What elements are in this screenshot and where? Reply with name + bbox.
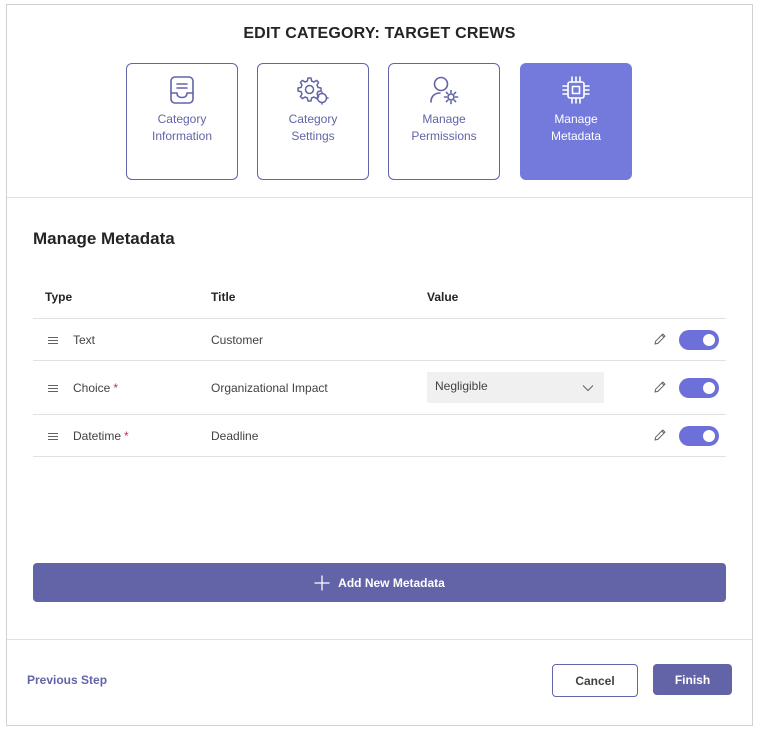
enable-toggle[interactable] xyxy=(679,330,719,350)
edit-category-dialog: EDIT CATEGORY: TARGET CREWS Category Inf… xyxy=(6,4,753,726)
add-button-label: Add New Metadata xyxy=(338,575,445,590)
row-title: Organizational Impact xyxy=(211,381,328,395)
step-label: Category Information xyxy=(151,112,213,143)
cancel-button[interactable]: Cancel xyxy=(552,664,638,697)
previous-step-link[interactable]: Previous Step xyxy=(27,673,107,687)
metadata-table: Type Title Value Text Customer Choice * O… xyxy=(33,279,726,457)
step-manage-metadata[interactable]: Manage Metadata xyxy=(520,63,632,180)
row-title: Deadline xyxy=(211,429,259,443)
column-header-value: Value xyxy=(427,290,459,304)
row-type: Text xyxy=(73,333,96,347)
column-header-type: Type xyxy=(45,290,73,304)
add-new-metadata-button[interactable]: Add New Metadata xyxy=(33,563,726,602)
dropdown-selected-value: Negligible xyxy=(435,379,488,393)
row-type: Choice * xyxy=(73,381,119,395)
drag-handle-icon[interactable] xyxy=(48,337,58,346)
plus-icon xyxy=(314,574,330,591)
enable-toggle[interactable] xyxy=(679,426,719,446)
table-row: Text Customer xyxy=(33,319,726,361)
edit-pencil-icon[interactable] xyxy=(653,380,667,394)
value-dropdown[interactable]: Negligible xyxy=(427,372,604,403)
table-row: Choice * Organizational Impact Negligible xyxy=(33,361,726,415)
toggle-knob xyxy=(703,382,715,394)
row-title: Customer xyxy=(211,333,264,347)
column-header-title: Title xyxy=(211,290,236,304)
step-category-settings[interactable]: Category Settings xyxy=(257,63,369,180)
step-label: Manage Permissions xyxy=(411,112,477,143)
edit-pencil-icon[interactable] xyxy=(653,332,667,346)
dialog-title: EDIT CATEGORY: TARGET CREWS xyxy=(243,25,516,42)
step-manage-permissions[interactable]: Manage Permissions xyxy=(388,63,500,180)
gears-icon xyxy=(258,74,368,108)
person-settings-icon xyxy=(389,74,499,108)
toggle-knob xyxy=(703,430,715,442)
toggle-knob xyxy=(703,334,715,346)
edit-pencil-icon[interactable] xyxy=(653,428,667,442)
chevron-down-icon xyxy=(582,381,594,395)
footer-divider xyxy=(7,639,752,640)
enable-toggle[interactable] xyxy=(679,378,719,398)
drag-handle-icon[interactable] xyxy=(48,385,58,394)
table-header: Type Title Value xyxy=(33,279,726,319)
step-label: Category Settings xyxy=(288,112,338,143)
required-marker: * xyxy=(124,429,129,443)
required-marker: * xyxy=(113,381,119,395)
drag-handle-icon[interactable] xyxy=(48,433,58,442)
table-row: Datetime * Deadline xyxy=(33,415,726,457)
row-type: Datetime * xyxy=(73,429,129,443)
chip-icon xyxy=(521,74,631,108)
divider xyxy=(7,197,752,198)
step-label: Manage Metadata xyxy=(550,112,602,143)
finish-button[interactable]: Finish xyxy=(653,664,732,695)
section-title: Manage Metadata xyxy=(33,229,175,248)
inbox-document-icon xyxy=(127,74,237,108)
step-category-information[interactable]: Category Information xyxy=(126,63,238,180)
